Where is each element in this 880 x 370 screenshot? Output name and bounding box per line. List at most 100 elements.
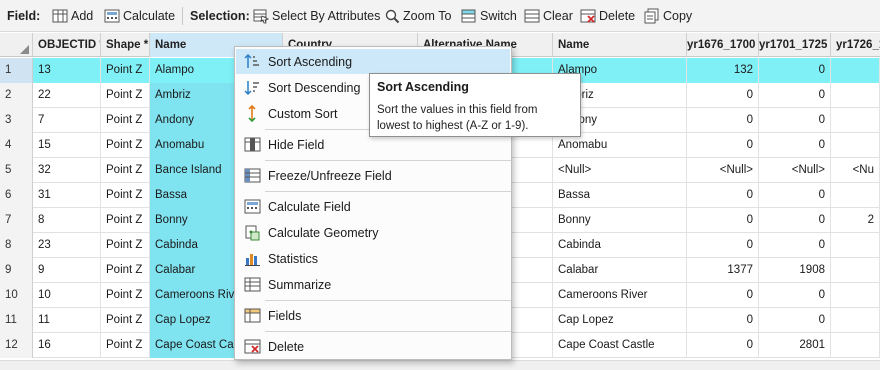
cell-yr1726[interactable]	[831, 133, 880, 158]
cell-shape[interactable]: Point Z	[101, 83, 150, 108]
cell-objectid[interactable]: 13	[33, 58, 101, 83]
cell-yr1726[interactable]	[831, 183, 880, 208]
calculate-field-button[interactable]: Calculate	[104, 0, 175, 32]
cell-objectid[interactable]: 9	[33, 258, 101, 283]
cell-yr1701-1725[interactable]: 0	[759, 183, 831, 208]
row-number[interactable]: 5	[0, 158, 33, 183]
cell-yr1676-1700[interactable]: 0	[687, 183, 759, 208]
copy-button[interactable]: Copy	[644, 0, 692, 32]
cell-shape[interactable]: Point Z	[101, 58, 150, 83]
cell-yr1701-1725[interactable]: 0	[759, 133, 831, 158]
menu-item-summarize[interactable]: Summarize	[236, 272, 510, 297]
cell-objectid[interactable]: 22	[33, 83, 101, 108]
column-header-yr1676-1700[interactable]: yr1676_1700	[687, 33, 759, 57]
cell-shape[interactable]: Point Z	[101, 208, 150, 233]
cell-shape[interactable]: Point Z	[101, 108, 150, 133]
cell-name-2[interactable]: Bonny	[553, 208, 687, 233]
cell-name-2[interactable]: Bassa	[553, 183, 687, 208]
row-number[interactable]: 1	[0, 58, 33, 83]
row-number[interactable]: 8	[0, 233, 33, 258]
menu-item-calculate-geometry[interactable]: Calculate Geometry	[236, 220, 510, 245]
cell-shape[interactable]: Point Z	[101, 183, 150, 208]
menu-item-fields[interactable]: Fields	[236, 303, 510, 328]
cell-yr1676-1700[interactable]: 0	[687, 283, 759, 308]
cell-shape[interactable]: Point Z	[101, 283, 150, 308]
cell-yr1701-1725[interactable]: 1908	[759, 258, 831, 283]
menu-item-freeze-unfreeze-field[interactable]: Freeze/Unfreeze Field	[236, 163, 510, 188]
cell-yr1701-1725[interactable]: 0	[759, 308, 831, 333]
cell-shape[interactable]: Point Z	[101, 233, 150, 258]
row-number[interactable]: 11	[0, 308, 33, 333]
row-number[interactable]: 3	[0, 108, 33, 133]
menu-item-sort-ascending[interactable]: Sort Ascending	[236, 49, 510, 74]
column-header-name-2[interactable]: Name	[553, 33, 687, 57]
horizontal-scrollbar[interactable]	[0, 360, 880, 370]
menu-item-calculate-field[interactable]: Calculate Field	[236, 194, 510, 219]
cell-yr1701-1725[interactable]: 0	[759, 108, 831, 133]
cell-yr1726[interactable]	[831, 233, 880, 258]
row-number[interactable]: 4	[0, 133, 33, 158]
cell-objectid[interactable]: 11	[33, 308, 101, 333]
cell-name-2[interactable]: Cabinda	[553, 233, 687, 258]
menu-item-statistics[interactable]: Statistics	[236, 246, 510, 271]
cell-yr1676-1700[interactable]: 0	[687, 133, 759, 158]
cell-yr1726[interactable]: 2	[831, 208, 880, 233]
cell-name-2[interactable]: Calabar	[553, 258, 687, 283]
cell-yr1726[interactable]	[831, 108, 880, 133]
cell-yr1726[interactable]	[831, 58, 880, 83]
cell-yr1701-1725[interactable]: 0	[759, 233, 831, 258]
delete-selected-button[interactable]: Delete	[580, 0, 635, 32]
cell-shape[interactable]: Point Z	[101, 308, 150, 333]
cell-yr1676-1700[interactable]: 0	[687, 308, 759, 333]
row-number[interactable]: 12	[0, 333, 33, 358]
cell-yr1676-1700[interactable]: 0	[687, 108, 759, 133]
cell-yr1726[interactable]: <Nu	[831, 158, 880, 183]
cell-yr1726[interactable]	[831, 258, 880, 283]
cell-name-2[interactable]: <Null>	[553, 158, 687, 183]
cell-yr1676-1700[interactable]: <Null>	[687, 158, 759, 183]
row-number[interactable]: 6	[0, 183, 33, 208]
cell-objectid[interactable]: 16	[33, 333, 101, 358]
column-header-yr1726[interactable]: yr1726_1	[831, 33, 880, 57]
cell-yr1726[interactable]	[831, 308, 880, 333]
column-header-shape[interactable]: Shape *	[101, 33, 150, 57]
cell-shape[interactable]: Point Z	[101, 258, 150, 283]
row-number[interactable]: 2	[0, 83, 33, 108]
cell-yr1726[interactable]	[831, 83, 880, 108]
cell-yr1701-1725[interactable]: 0	[759, 83, 831, 108]
clear-selection-button[interactable]: Clear	[524, 0, 573, 32]
cell-name-2[interactable]: Cap Lopez	[553, 308, 687, 333]
add-field-button[interactable]: Add	[52, 0, 93, 32]
select-by-attributes-button[interactable]: Select By Attributes	[253, 0, 380, 32]
cell-yr1676-1700[interactable]: 0	[687, 333, 759, 358]
cell-yr1701-1725[interactable]: 0	[759, 58, 831, 83]
cell-yr1676-1700[interactable]: 0	[687, 208, 759, 233]
cell-yr1726[interactable]	[831, 333, 880, 358]
cell-shape[interactable]: Point Z	[101, 158, 150, 183]
cell-name-2[interactable]: Cameroons River	[553, 283, 687, 308]
cell-objectid[interactable]: 23	[33, 233, 101, 258]
row-number[interactable]: 7	[0, 208, 33, 233]
zoom-to-button[interactable]: Zoom To	[384, 0, 451, 32]
cell-shape[interactable]: Point Z	[101, 133, 150, 158]
cell-yr1726[interactable]	[831, 283, 880, 308]
cell-yr1701-1725[interactable]: 0	[759, 208, 831, 233]
switch-selection-button[interactable]: Switch	[461, 0, 517, 32]
cell-yr1701-1725[interactable]: 0	[759, 283, 831, 308]
cell-name-2[interactable]: Cape Coast Castle	[553, 333, 687, 358]
column-header-objectid[interactable]: OBJECTID *	[33, 33, 101, 57]
cell-yr1676-1700[interactable]: 0	[687, 83, 759, 108]
cell-yr1701-1725[interactable]: 2801	[759, 333, 831, 358]
cell-shape[interactable]: Point Z	[101, 333, 150, 358]
cell-yr1701-1725[interactable]: <Null>	[759, 158, 831, 183]
row-number[interactable]: 9	[0, 258, 33, 283]
cell-objectid[interactable]: 8	[33, 208, 101, 233]
cell-yr1676-1700[interactable]: 1377	[687, 258, 759, 283]
cell-objectid[interactable]: 32	[33, 158, 101, 183]
row-number[interactable]: 10	[0, 283, 33, 308]
select-all-corner[interactable]	[0, 33, 33, 57]
cell-yr1676-1700[interactable]: 132	[687, 58, 759, 83]
column-header-yr1701-1725[interactable]: yr1701_1725	[759, 33, 831, 57]
cell-yr1676-1700[interactable]: 0	[687, 233, 759, 258]
cell-objectid[interactable]: 15	[33, 133, 101, 158]
